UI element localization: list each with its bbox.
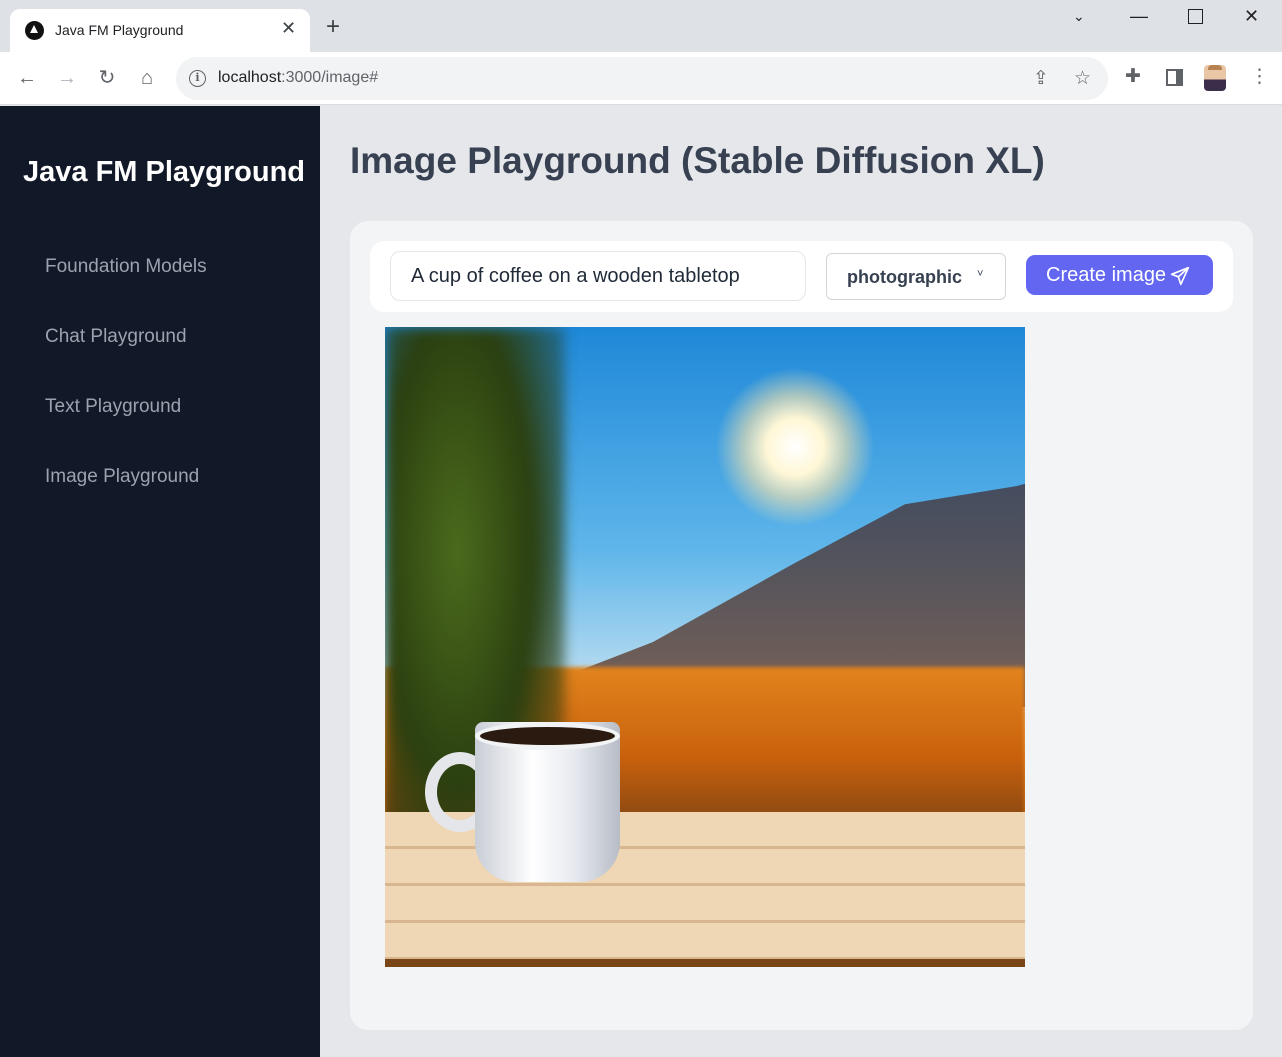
- app: Java FM Playground Foundation Models Cha…: [0, 106, 1282, 1057]
- page-title: Image Playground (Stable Diffusion XL): [350, 140, 1045, 181]
- browser-tab-strip: Java FM Playground ✕ + ⌄ — ✕: [0, 0, 1282, 52]
- main-content: Image Playground (Stable Diffusion XL) p…: [320, 106, 1282, 1057]
- url-text[interactable]: localhost:3000/image#: [218, 69, 378, 87]
- maximize-icon[interactable]: [1188, 9, 1203, 24]
- tab-close-icon[interactable]: ✕: [281, 18, 296, 39]
- sidebar-item-chat-playground[interactable]: Chat Playground: [45, 326, 187, 348]
- generated-image: [385, 327, 1025, 967]
- send-paper-plane-icon: [1170, 266, 1190, 286]
- more-menu-icon[interactable]: ⋮: [1250, 65, 1269, 88]
- image-sun: [715, 367, 875, 527]
- reload-icon[interactable]: ↻: [95, 66, 119, 90]
- sidebar-item-image-playground[interactable]: Image Playground: [45, 466, 199, 488]
- share-icon[interactable]: ⇪: [1033, 67, 1049, 90]
- url-host: localhost: [218, 69, 282, 86]
- forward-icon[interactable]: →: [55, 66, 79, 90]
- extensions-icon[interactable]: ✚: [1125, 65, 1141, 88]
- tab-search-icon[interactable]: ⌄: [1073, 8, 1085, 25]
- image-panel: photographic ˅ Create image: [350, 221, 1253, 1030]
- minimize-icon[interactable]: —: [1130, 6, 1148, 27]
- prompt-form: photographic ˅ Create image: [370, 241, 1233, 312]
- window-close-icon[interactable]: ✕: [1244, 6, 1259, 27]
- profile-avatar[interactable]: [1204, 65, 1226, 91]
- sidebar-item-foundation-models[interactable]: Foundation Models: [45, 256, 207, 278]
- style-preset-value: photographic: [847, 267, 962, 287]
- create-image-button[interactable]: Create image: [1026, 255, 1213, 295]
- brand-title: Java FM Playground: [23, 156, 306, 188]
- sidebar: Java FM Playground Foundation Models Cha…: [0, 106, 320, 1057]
- style-preset-select[interactable]: photographic ˅: [826, 253, 1006, 300]
- bookmark-star-icon[interactable]: ☆: [1074, 67, 1091, 90]
- sidebar-item-text-playground[interactable]: Text Playground: [45, 396, 181, 418]
- url-path: :3000/image#: [281, 69, 379, 86]
- chevron-down-icon: ˅: [977, 268, 984, 280]
- side-panel-icon[interactable]: [1166, 69, 1183, 86]
- back-icon[interactable]: ←: [15, 66, 39, 90]
- browser-tab[interactable]: Java FM Playground ✕: [10, 9, 310, 52]
- home-icon[interactable]: ⌂: [135, 66, 159, 90]
- image-coffee-cup: [475, 722, 620, 882]
- new-tab-button[interactable]: +: [326, 15, 340, 39]
- site-info-icon[interactable]: i: [189, 70, 206, 87]
- prompt-input[interactable]: [390, 251, 806, 301]
- tab-title: Java FM Playground: [55, 22, 184, 38]
- create-image-label: Create image: [1046, 264, 1167, 286]
- browser-toolbar: ← → ↻ ⌂ i localhost:3000/image# ⇪ ☆ ✚ ⋮: [0, 52, 1282, 105]
- app-favicon-icon: [25, 21, 44, 40]
- address-bar[interactable]: i localhost:3000/image# ⇪ ☆: [176, 57, 1108, 100]
